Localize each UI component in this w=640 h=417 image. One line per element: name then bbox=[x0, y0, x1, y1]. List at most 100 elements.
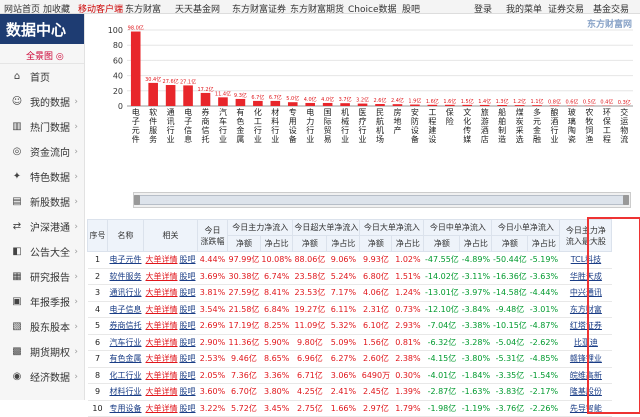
x-category-label: 环保工程 bbox=[603, 108, 611, 144]
row-index: 4 bbox=[88, 301, 108, 318]
top-stock-link[interactable]: 红塔证券 bbox=[560, 318, 612, 335]
sort-medium-ratio[interactable]: 净占比 bbox=[460, 236, 492, 252]
sort-large-amount[interactable]: 净额 bbox=[360, 236, 392, 252]
sort-small-amount[interactable]: 净额 bbox=[492, 236, 528, 252]
chart-bar bbox=[288, 102, 298, 106]
sort-main-amount[interactable]: 净额 bbox=[228, 236, 261, 252]
large-order-detail-link[interactable]: 大单详情 bbox=[146, 371, 178, 380]
large-amount-cell: 2.97亿 bbox=[360, 400, 392, 417]
bar-value-label: 30.4亿 bbox=[145, 76, 161, 83]
panorama-link[interactable]: 全景图 ◎ bbox=[0, 44, 84, 64]
guba-link[interactable]: 股吧 bbox=[180, 321, 196, 330]
guba-link[interactable]: 股吧 bbox=[180, 288, 196, 297]
change-cell: 3.69% bbox=[198, 268, 228, 285]
sidebar-item[interactable]: ◉经济数据› bbox=[0, 364, 84, 389]
chart-bar bbox=[148, 83, 158, 106]
guba-link[interactable]: 股吧 bbox=[180, 255, 196, 264]
industry-name-link[interactable]: 材料行业 bbox=[108, 384, 144, 401]
top-stock-link[interactable]: 皖维高新 bbox=[560, 367, 612, 384]
guba-link[interactable]: 股吧 bbox=[180, 371, 196, 380]
sidebar-item[interactable]: ☺我的数据› bbox=[0, 89, 84, 114]
top-stock-link[interactable]: TCL科技 bbox=[560, 252, 612, 269]
main-content: 东方财富网 10080604020098.0亿电子元件30.4亿软件服务27.6… bbox=[85, 14, 640, 400]
industry-name-link[interactable]: 通讯行业 bbox=[108, 285, 144, 302]
large-order-detail-link[interactable]: 大单详情 bbox=[146, 288, 178, 297]
super-ratio-cell: 5.09% bbox=[327, 334, 360, 351]
sort-main-ratio[interactable]: 净占比 bbox=[260, 236, 293, 252]
guba-link[interactable]: 股吧 bbox=[180, 338, 196, 347]
x-category-label: 玻璃陶瓷 bbox=[568, 107, 576, 144]
scroller-right-handle[interactable] bbox=[623, 195, 629, 205]
industry-name-link[interactable]: 电子元件 bbox=[108, 252, 144, 269]
x-category-label: 旅游酒店 bbox=[481, 107, 489, 144]
medium-amount-cell: -14.02亿 bbox=[424, 268, 460, 285]
sidebar-item[interactable]: ⇄沪深港通› bbox=[0, 214, 84, 239]
top-stock-link[interactable]: 赣锋锂业 bbox=[560, 351, 612, 368]
sort-small-ratio[interactable]: 净占比 bbox=[528, 236, 560, 252]
x-category-label: 通讯行业 bbox=[167, 107, 175, 144]
sidebar-item[interactable]: ⌂首页 bbox=[0, 64, 84, 89]
industry-name-link[interactable]: 化工行业 bbox=[108, 367, 144, 384]
sidebar-item[interactable]: ▦研究报告› bbox=[0, 264, 84, 289]
scroller-left-handle[interactable] bbox=[134, 195, 140, 205]
scroller-thumb[interactable] bbox=[134, 195, 629, 205]
top-stock-link[interactable]: 华胜天成 bbox=[560, 268, 612, 285]
large-order-detail-link[interactable]: 大单详情 bbox=[146, 321, 178, 330]
sidebar-item[interactable]: ▩期货期权› bbox=[0, 339, 84, 364]
top-stock-link[interactable]: 隆基股份 bbox=[560, 384, 612, 401]
top-stock-link[interactable]: 东方财富 bbox=[560, 301, 612, 318]
table-row: 6汽车行业大单详情股吧2.90%11.36亿5.90%9.80亿5.09%1.5… bbox=[88, 334, 612, 351]
sidebar-item[interactable]: ▥热门数据› bbox=[0, 114, 84, 139]
sidebar-item[interactable]: ▧股东股本› bbox=[0, 314, 84, 339]
guba-link[interactable]: 股吧 bbox=[180, 272, 196, 281]
chart-range-scroller[interactable] bbox=[133, 192, 631, 208]
sidebar-item[interactable]: ✦特色数据› bbox=[0, 164, 84, 189]
x-category-label: 券商信托 bbox=[202, 107, 210, 144]
row-index: 9 bbox=[88, 384, 108, 401]
economy-icon: ◉ bbox=[10, 370, 24, 384]
sidebar-item-label: 特色数据 bbox=[30, 169, 70, 184]
industry-name-link[interactable]: 软件服务 bbox=[108, 268, 144, 285]
col-header-small: 今日小单净流入 bbox=[492, 220, 560, 236]
main-amount-cell: 7.36亿 bbox=[228, 367, 261, 384]
medium-amount-cell: -13.01亿 bbox=[424, 285, 460, 302]
sidebar-item[interactable]: ▣年报季报› bbox=[0, 289, 84, 314]
sidebar-item[interactable]: ◧公告大全› bbox=[0, 239, 84, 264]
industry-name-link[interactable]: 券商信托 bbox=[108, 318, 144, 335]
sort-super-amount[interactable]: 净额 bbox=[293, 236, 327, 252]
guba-link[interactable]: 股吧 bbox=[180, 354, 196, 363]
small-ratio-cell: -5.19% bbox=[528, 252, 560, 269]
sort-super-ratio[interactable]: 净占比 bbox=[327, 236, 360, 252]
main-ratio-cell: 6.84% bbox=[260, 301, 293, 318]
industry-name-link[interactable]: 专用设备 bbox=[108, 400, 144, 417]
sort-medium-amount[interactable]: 净额 bbox=[424, 236, 460, 252]
large-order-detail-link[interactable]: 大单详情 bbox=[146, 305, 178, 314]
super-amount-cell: 88.06亿 bbox=[293, 252, 327, 269]
sidebar-item[interactable]: ◎资金流向› bbox=[0, 139, 84, 164]
x-category-label: 软件服务 bbox=[149, 107, 157, 144]
large-order-detail-link[interactable]: 大单详情 bbox=[146, 338, 178, 347]
guba-link[interactable]: 股吧 bbox=[180, 387, 196, 396]
table-row: 7有色金属大单详情股吧2.53%9.46亿8.65%6.96亿6.27%2.60… bbox=[88, 351, 612, 368]
table-row: 2软件服务大单详情股吧3.69%30.38亿6.74%23.58亿5.24%6.… bbox=[88, 268, 612, 285]
sidebar-item[interactable]: ▤新股数据› bbox=[0, 189, 84, 214]
top-stock-link[interactable]: 中兴通讯 bbox=[560, 285, 612, 302]
industry-name-link[interactable]: 汽车行业 bbox=[108, 334, 144, 351]
large-order-detail-link[interactable]: 大单详情 bbox=[146, 255, 178, 264]
guba-link[interactable]: 股吧 bbox=[180, 404, 196, 413]
x-category-label: 有色金属 bbox=[236, 107, 244, 144]
large-order-detail-link[interactable]: 大单详情 bbox=[146, 387, 178, 396]
industry-name-link[interactable]: 有色金属 bbox=[108, 351, 144, 368]
col-header-change[interactable]: 今日涨跌幅 bbox=[198, 220, 228, 252]
large-order-detail-link[interactable]: 大单详情 bbox=[146, 354, 178, 363]
top-stock-link[interactable]: 先导智能 bbox=[560, 400, 612, 417]
sidebar-item-label: 期货期权 bbox=[30, 344, 70, 359]
industry-name-link[interactable]: 电子信息 bbox=[108, 301, 144, 318]
top-stock-link[interactable]: 比亚迪 bbox=[560, 334, 612, 351]
row-actions: 大单详情股吧 bbox=[144, 252, 198, 269]
sort-large-ratio[interactable]: 净占比 bbox=[392, 236, 424, 252]
large-order-detail-link[interactable]: 大单详情 bbox=[146, 272, 178, 281]
bar-value-label: 9.3亿 bbox=[234, 92, 247, 99]
large-order-detail-link[interactable]: 大单详情 bbox=[146, 404, 178, 413]
guba-link[interactable]: 股吧 bbox=[180, 305, 196, 314]
